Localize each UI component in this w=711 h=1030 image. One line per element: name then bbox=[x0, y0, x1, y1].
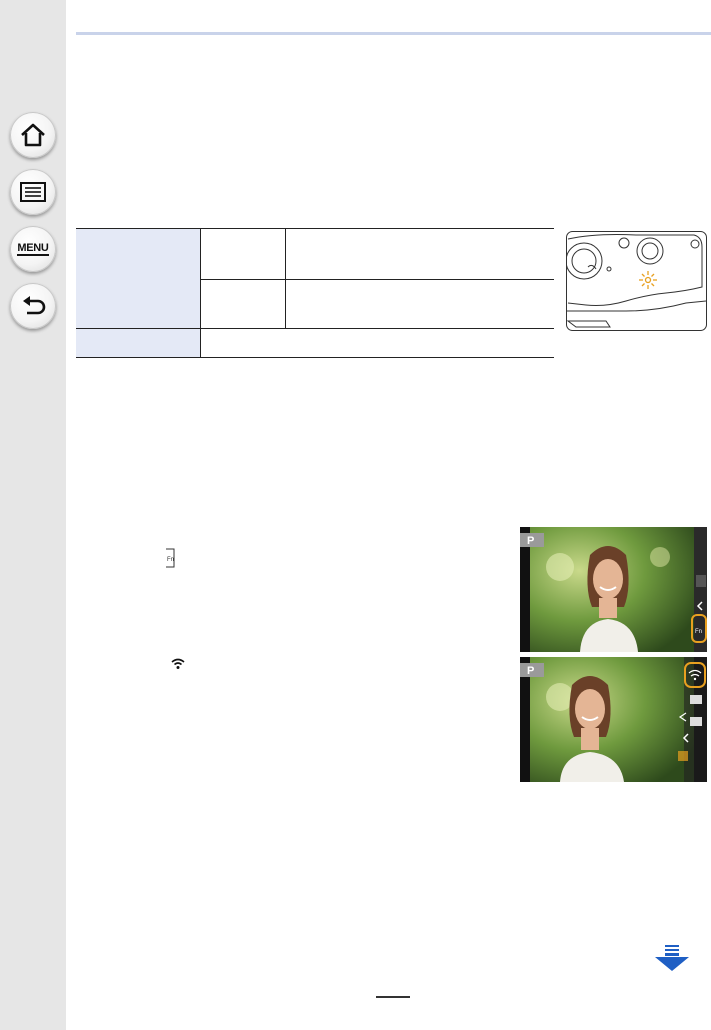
fn-tab-icon: Fn bbox=[166, 548, 175, 568]
contents-button[interactable] bbox=[10, 169, 56, 215]
camera-screen-touch-tab: P Fn bbox=[520, 527, 707, 652]
svg-text:Fn: Fn bbox=[167, 557, 174, 563]
next-page-arrow-icon[interactable] bbox=[654, 945, 690, 971]
svg-text:P: P bbox=[527, 665, 534, 677]
back-arrow-icon bbox=[23, 296, 46, 315]
camera-screen-wifi-button: P bbox=[520, 657, 707, 782]
list-icon bbox=[20, 182, 46, 202]
sidebar: MENU bbox=[0, 0, 66, 1030]
table-row bbox=[76, 228, 554, 329]
wifi-icon bbox=[171, 658, 185, 669]
page-number bbox=[376, 996, 410, 998]
table-cell bbox=[200, 228, 286, 280]
spec-table bbox=[76, 228, 554, 358]
table-header-cell bbox=[76, 228, 201, 329]
back-button[interactable] bbox=[10, 283, 56, 329]
table-row bbox=[76, 328, 554, 358]
menu-label: MENU bbox=[17, 242, 49, 256]
table-cell bbox=[200, 328, 554, 358]
svg-text:Fn: Fn bbox=[695, 629, 702, 635]
table-cell bbox=[285, 279, 554, 329]
header-rule bbox=[76, 32, 711, 35]
camera-lamp-illustration bbox=[566, 231, 707, 331]
menu-button[interactable]: MENU bbox=[10, 226, 56, 272]
table-header-cell bbox=[76, 328, 201, 358]
portrait-photo: P Fn bbox=[520, 527, 707, 652]
table-cell bbox=[200, 279, 286, 329]
portrait-photo: P bbox=[520, 657, 707, 782]
home-button[interactable] bbox=[10, 112, 56, 158]
svg-text:P: P bbox=[527, 535, 534, 547]
table-cell bbox=[285, 228, 554, 280]
home-icon bbox=[21, 123, 45, 147]
